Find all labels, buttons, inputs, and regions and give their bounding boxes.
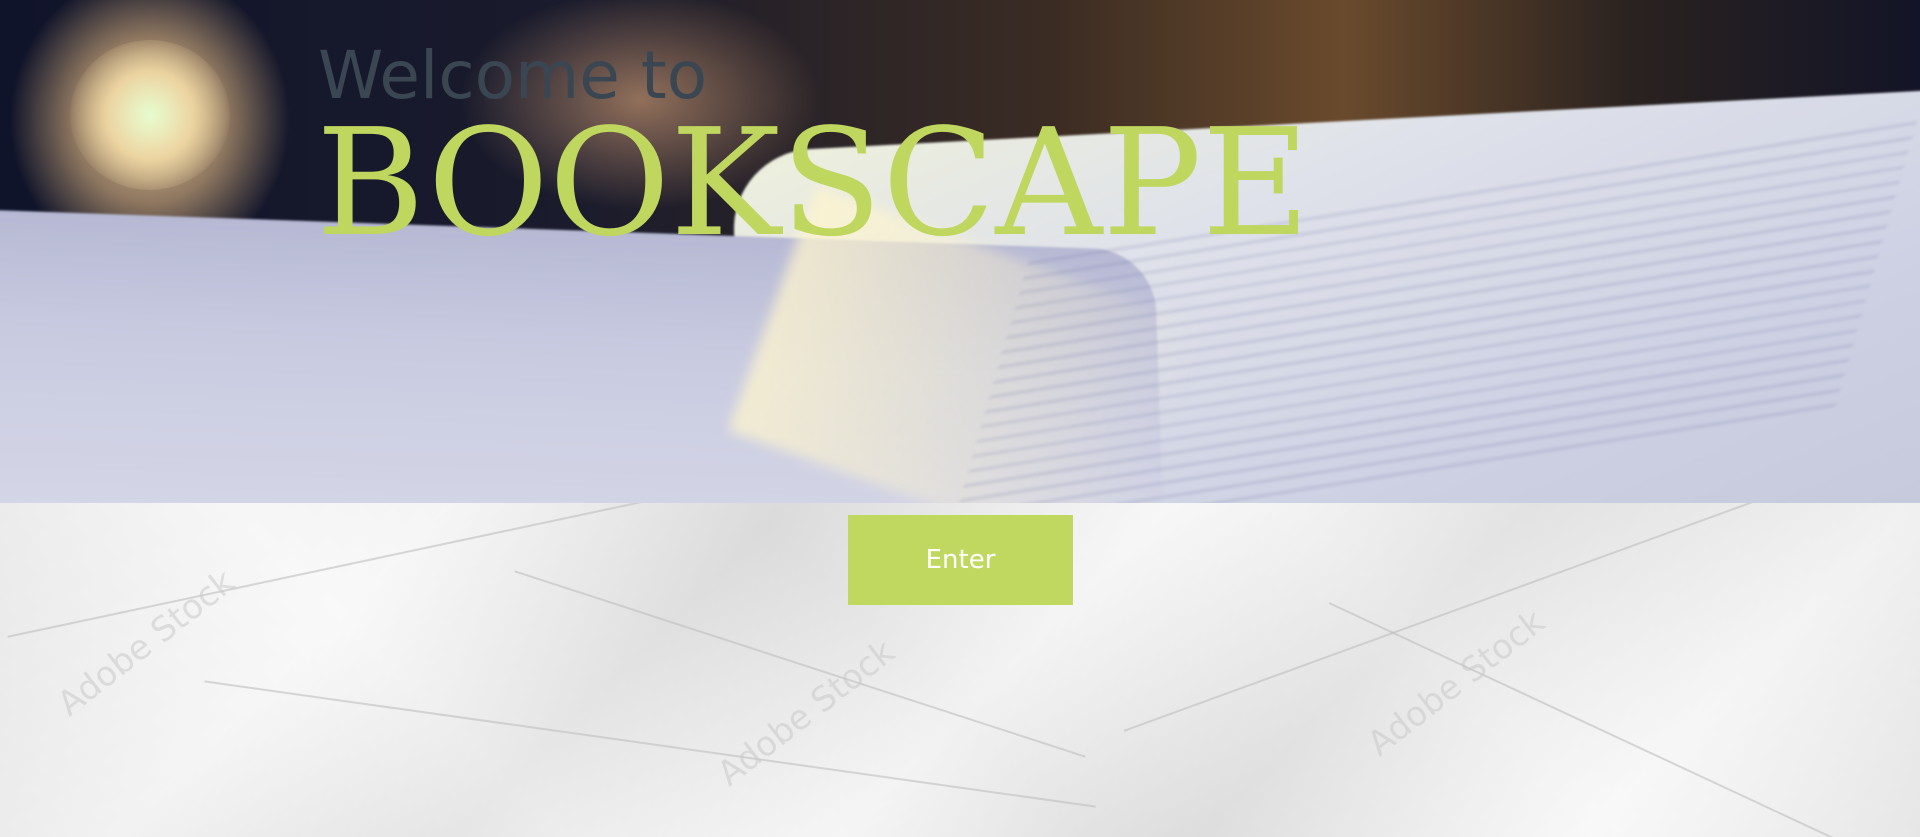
stock-watermark: Adobe Stock: [50, 561, 243, 725]
stock-watermark: Adobe Stock: [1360, 601, 1553, 765]
brand-title: BOOKSCAPE: [316, 97, 1310, 269]
paper-crease: [7, 503, 693, 638]
hero-bokeh-light: [70, 40, 230, 190]
enter-button[interactable]: Enter: [848, 515, 1073, 605]
landing-page: Welcome to BOOKSCAPE Adobe Stock Adobe S…: [0, 0, 1920, 837]
hero-banner: Welcome to BOOKSCAPE: [0, 0, 1920, 503]
stock-watermark: Adobe Stock: [710, 631, 903, 795]
paper-crease: [204, 680, 1096, 808]
paper-crease: [1123, 503, 1877, 732]
